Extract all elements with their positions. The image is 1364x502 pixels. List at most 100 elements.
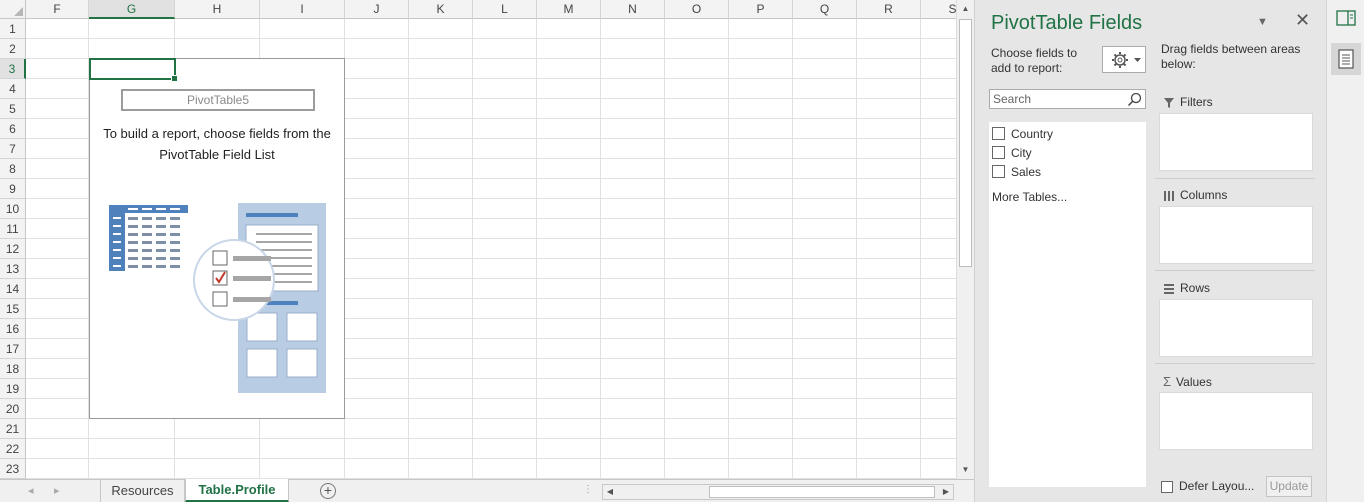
column-header-s[interactable]: S (921, 0, 956, 19)
field-city[interactable]: City (992, 143, 1032, 161)
gridline-vertical (856, 19, 857, 479)
field-search-box[interactable] (989, 89, 1146, 109)
row-header-1[interactable]: 1 (0, 19, 26, 39)
sheet-tab-bar: ◂ ▸ Resources Table.Profile + ⋮ ◀ ▶ (0, 479, 974, 502)
defer-layout-update[interactable]: Defer Layou... (1161, 479, 1254, 493)
field-country-label: Country (1011, 126, 1054, 141)
field-list-button[interactable] (1331, 43, 1361, 75)
pivot-table-hint: To build a report, choose fields from th… (103, 126, 331, 162)
row-header-3[interactable]: 3 (0, 59, 26, 79)
select-all-corner[interactable] (0, 0, 26, 19)
scroll-right-icon[interactable]: ▶ (939, 485, 953, 499)
column-header-r[interactable]: R (857, 0, 921, 19)
row-header-15[interactable]: 15 (0, 299, 26, 319)
row-header-22[interactable]: 22 (0, 439, 26, 459)
search-input[interactable] (990, 90, 1120, 108)
column-header-i[interactable]: I (260, 0, 345, 19)
filters-area-header: Filters (1163, 95, 1213, 109)
field-settings-button[interactable] (1102, 46, 1146, 73)
field-sales-checkbox[interactable] (992, 165, 1005, 179)
row-header-16[interactable]: 16 (0, 319, 26, 339)
row-header-18[interactable]: 18 (0, 359, 26, 379)
row-header-12[interactable]: 12 (0, 239, 26, 259)
scroll-down-icon[interactable]: ▼ (957, 461, 974, 478)
tab-scroll-left-icon[interactable]: ◂ (28, 484, 34, 497)
vertical-scroll-thumb[interactable] (959, 19, 972, 267)
values-drop-area[interactable] (1159, 392, 1313, 450)
gridline-vertical (472, 19, 473, 479)
row-header-5[interactable]: 5 (0, 99, 26, 119)
column-header-p[interactable]: P (729, 0, 793, 19)
close-icon[interactable]: ✕ (1295, 10, 1310, 31)
field-list-icon (1338, 49, 1354, 69)
rows-drop-area[interactable] (1159, 299, 1313, 357)
scroll-left-icon[interactable]: ◀ (603, 485, 617, 499)
pane-menu-icon[interactable]: ▼ (1257, 16, 1268, 28)
column-header-n[interactable]: N (601, 0, 665, 19)
row-header-4[interactable]: 4 (0, 79, 26, 99)
defer-layout-checkbox[interactable] (1161, 480, 1173, 493)
spreadsheet-grid[interactable]: FGHIJKLMNOPQRS 1 2 3 4 5 6 7 8 9 10 11 12 13 14 15 16 17… (0, 0, 956, 479)
choose-fields-label: Choose fields to add to report: (991, 46, 1078, 75)
row-header-21[interactable]: 21 (0, 419, 26, 439)
row-header-9[interactable]: 9 (0, 179, 26, 199)
pane-title: PivotTable Fields (991, 12, 1143, 34)
column-header-j[interactable]: J (345, 0, 409, 19)
column-header-h[interactable]: H (175, 0, 260, 19)
row-header-14[interactable]: 14 (0, 279, 26, 299)
defer-layout-label: Defer Layou... (1179, 479, 1255, 493)
column-header-q[interactable]: Q (793, 0, 857, 19)
row-header-23[interactable]: 23 (0, 459, 26, 479)
column-header-l[interactable]: L (473, 0, 537, 19)
field-country-checkbox[interactable] (992, 127, 1005, 141)
row-header-13[interactable]: 13 (0, 259, 26, 279)
pivot-table-name: PivotTable5 (121, 89, 315, 111)
row-header-6[interactable]: 6 (0, 119, 26, 139)
scroll-up-icon[interactable]: ▲ (957, 0, 974, 17)
field-city-label: City (1011, 145, 1032, 160)
pivot-illustration-icon (109, 203, 326, 393)
field-sales[interactable]: Sales (992, 162, 1041, 180)
filters-drop-area[interactable] (1159, 113, 1313, 171)
sheet-tab-resources[interactable]: Resources (100, 480, 185, 502)
add-sheet-icon[interactable]: + (320, 483, 336, 499)
row-header-8[interactable]: 8 (0, 159, 26, 179)
columns-drop-area[interactable] (1159, 206, 1313, 264)
columns-area-header: Columns (1163, 188, 1227, 202)
filters-area-label: Filters (1180, 95, 1213, 109)
search-icon[interactable] (1127, 92, 1142, 107)
column-header-f[interactable]: F (26, 0, 89, 19)
field-list: Country City Sales More Tables... (989, 122, 1146, 487)
row-header-19[interactable]: 19 (0, 379, 26, 399)
column-header-k[interactable]: K (409, 0, 473, 19)
pivot-table-placeholder[interactable]: PivotTable5 To build a report, choose fi… (89, 58, 345, 419)
sigma-icon: Σ (1163, 374, 1172, 389)
row-header-20[interactable]: 20 (0, 399, 26, 419)
row-header-2[interactable]: 2 (0, 39, 26, 59)
task-pane-strip (1326, 0, 1364, 502)
row-header-11[interactable]: 11 (0, 219, 26, 239)
column-header-g[interactable]: G (89, 0, 175, 19)
rows-icon (1164, 283, 1174, 294)
active-cell-g3[interactable] (89, 58, 178, 82)
columns-icon (1164, 190, 1174, 201)
rows-area-label: Rows (1180, 281, 1211, 295)
field-country[interactable]: Country (992, 124, 1053, 142)
gridline-vertical (600, 19, 601, 479)
tab-splitter-icon[interactable]: ⋮ (583, 484, 594, 495)
horizontal-scroll-thumb[interactable] (709, 486, 935, 498)
pane-toggle-button[interactable] (1331, 2, 1361, 34)
horizontal-scrollbar[interactable]: ◀ ▶ (602, 484, 954, 500)
tab-scroll-right-icon[interactable]: ▸ (54, 484, 60, 497)
row-header-10[interactable]: 10 (0, 199, 26, 219)
field-city-checkbox[interactable] (992, 146, 1005, 160)
vertical-scrollbar[interactable]: ▲ ▼ (956, 0, 974, 479)
row-header-17[interactable]: 17 (0, 339, 26, 359)
more-tables-link[interactable]: More Tables... (992, 190, 1067, 204)
column-header-m[interactable]: M (537, 0, 601, 19)
column-header-o[interactable]: O (665, 0, 729, 19)
sheet-tab-table-profile[interactable]: Table.Profile (185, 479, 289, 502)
gridline-vertical (536, 19, 537, 479)
update-button[interactable]: Update (1266, 476, 1312, 497)
row-header-7[interactable]: 7 (0, 139, 26, 159)
